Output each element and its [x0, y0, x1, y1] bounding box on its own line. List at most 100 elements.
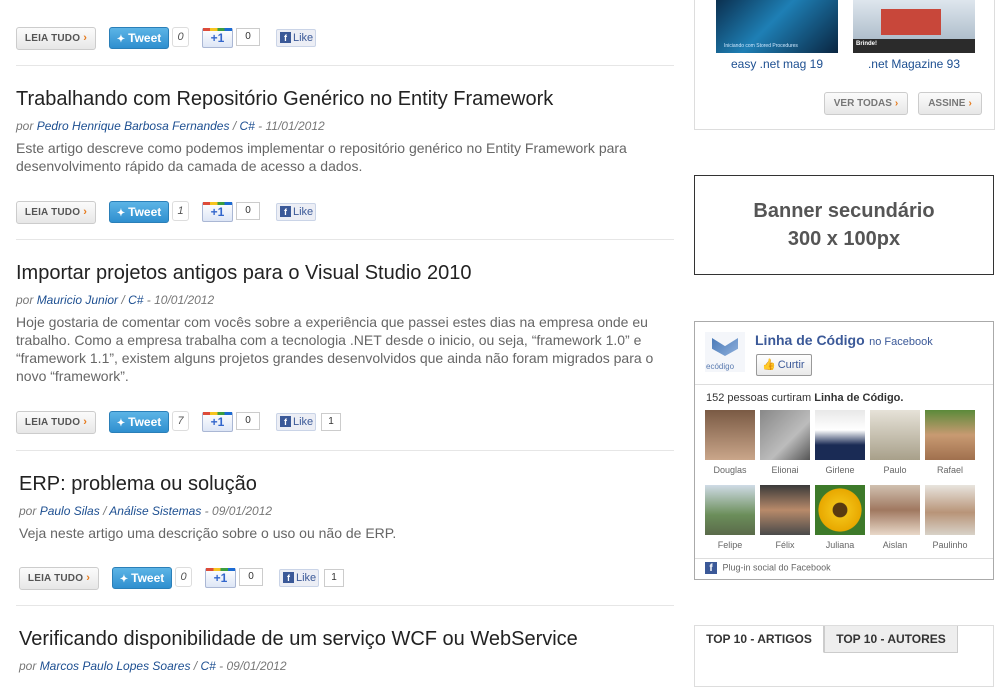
article-actions: LEIA TUDO › ✦ Tweet 7 +1 0 f Like 1 — [16, 411, 356, 435]
top10-panel: TOP 10 - ARTIGOS TOP 10 - AUTORES — [694, 625, 994, 687]
fan-avatar[interactable]: Paulinho — [925, 485, 975, 550]
plugin-label[interactable]: Plug-in social do Facebook — [723, 562, 831, 572]
read-more-button[interactable]: LEIA TUDO › — [16, 201, 96, 224]
article-date: 11/01/2012 — [265, 119, 325, 133]
plus-one-count: 0 — [236, 28, 260, 46]
fan-avatar[interactable]: Rafael — [925, 410, 975, 475]
article-separator — [16, 65, 674, 66]
chevron-right-icon: › — [83, 206, 88, 218]
article-item: Importar projetos antigos para o Visual … — [16, 262, 666, 385]
like-count: 1 — [324, 569, 344, 587]
article-category-link[interactable]: C# — [240, 119, 255, 133]
article-meta: por Pedro Henrique Barbosa Fernandes / C… — [16, 119, 325, 133]
fan-avatar[interactable]: Paulo — [870, 410, 920, 475]
article-separator — [16, 450, 674, 451]
page-logo-icon — [712, 338, 738, 356]
chevron-right-icon: › — [894, 98, 899, 109]
article-description: Veja neste artigo uma descrição sobre o … — [19, 525, 397, 541]
google-plus-one-button[interactable]: +1 — [205, 568, 236, 588]
article-date: 09/01/2012 — [226, 659, 287, 673]
page-name-link[interactable]: Linha de Código — [755, 332, 865, 348]
article-date: 10/01/2012 — [154, 293, 215, 307]
article-author-link[interactable]: Paulo Silas — [40, 504, 100, 518]
facebook-like-button[interactable]: f Like — [279, 569, 319, 587]
plus-one-count: 0 — [236, 412, 260, 430]
article-title[interactable]: ERP: problema ou solução — [19, 473, 257, 495]
article-actions: LEIA TUDO › ✦ Tweet 0 +1 0 f Like 1 — [19, 567, 359, 591]
fan-avatar[interactable]: Félix — [760, 485, 810, 550]
curtir-button[interactable]: 👍 Curtir — [756, 354, 812, 376]
facebook-like-button[interactable]: f Like — [276, 29, 316, 47]
article-separator — [16, 239, 674, 240]
facebook-icon: f — [283, 572, 294, 583]
tweet-button[interactable]: ✦ Tweet — [112, 567, 172, 589]
google-plus-one-button[interactable]: +1 — [202, 202, 233, 222]
article-author-link[interactable]: Marcos Paulo Lopes Soares — [40, 659, 191, 673]
twitter-bird-icon: ✦ — [116, 208, 126, 219]
thumbs-up-icon: 👍 — [762, 359, 776, 371]
article-title[interactable]: Trabalhando com Repositório Genérico no … — [16, 88, 553, 110]
article-description: Hoje gostaria de comentar com vocês sobr… — [16, 314, 654, 384]
fan-avatar[interactable]: Girlene — [815, 410, 865, 475]
fan-avatar[interactable]: Aislan — [870, 485, 920, 550]
article-actions: LEIA TUDO › ✦ Tweet 1 +1 0 f Like — [16, 201, 356, 225]
google-plus-one-button[interactable]: +1 — [202, 412, 233, 432]
article-item: ERP: problema ou solução por Paulo Silas… — [19, 473, 649, 542]
article-item: Verificando disponibilidade de um serviç… — [19, 628, 649, 673]
facebook-icon: f — [705, 562, 717, 574]
tweet-count: 1 — [172, 201, 189, 221]
twitter-bird-icon: ✦ — [116, 418, 126, 429]
secondary-banner[interactable]: Banner secundário 300 x 100px — [694, 175, 994, 275]
magazine-name: easy .net mag 19 — [730, 57, 824, 71]
article-date: 09/01/2012 — [212, 504, 273, 518]
article-actions: LEIA TUDO › ✦ Tweet 0 +1 0 f Like — [16, 27, 356, 51]
magazine-cover: Iniciando com Stored Procedures — [716, 0, 838, 53]
tweet-count: 0 — [172, 27, 189, 47]
chevron-right-icon: › — [86, 572, 91, 584]
article-category-link[interactable]: C# — [128, 293, 143, 307]
facebook-icon: f — [280, 32, 291, 43]
magazine-item[interactable]: Brinde! .net Magazine 93 — [853, 0, 975, 71]
subscribe-button[interactable]: ASSINE › — [918, 92, 982, 115]
facebook-like-button[interactable]: f Like — [276, 203, 316, 221]
article-meta: por Paulo Silas / Análise Sistemas - 09/… — [19, 504, 273, 518]
read-more-button[interactable]: LEIA TUDO › — [19, 567, 99, 590]
facebook-icon: f — [280, 206, 291, 217]
plus-one-count: 0 — [239, 568, 263, 586]
magazine-item[interactable]: Iniciando com Stored Procedures easy .ne… — [716, 0, 838, 71]
magazines-box: Iniciando com Stored Procedures easy .ne… — [694, 0, 995, 130]
tab-top10-artigos[interactable]: TOP 10 - ARTIGOS — [695, 626, 824, 653]
article-author-link[interactable]: Pedro Henrique Barbosa Fernandes — [37, 119, 230, 133]
article-category-link[interactable]: C# — [200, 659, 215, 673]
twitter-bird-icon: ✦ — [116, 34, 126, 45]
magazine-name: .net Magazine 93 — [867, 57, 961, 71]
facebook-like-box: ecódigo Linha de Código no Facebook 👍 Cur… — [694, 321, 994, 580]
twitter-bird-icon: ✦ — [119, 574, 129, 585]
article-separator — [16, 605, 674, 606]
article-author-link[interactable]: Mauricio Junior — [37, 293, 118, 307]
fan-avatar[interactable]: Elionai — [760, 410, 810, 475]
read-more-button[interactable]: LEIA TUDO › — [16, 27, 96, 50]
article-description-cutoff — [16, 0, 616, 4]
article-title[interactable]: Verificando disponibilidade de um serviç… — [19, 628, 578, 650]
facebook-icon: f — [280, 416, 291, 427]
chevron-right-icon: › — [83, 416, 88, 428]
article-category-link[interactable]: Análise Sistemas — [109, 504, 201, 518]
tweet-button[interactable]: ✦ Tweet — [109, 411, 169, 433]
chevron-right-icon: › — [968, 98, 972, 109]
read-more-button[interactable]: LEIA TUDO › — [16, 411, 96, 434]
page-logo[interactable]: ecódigo — [705, 332, 745, 372]
google-plus-one-button[interactable]: +1 — [202, 28, 233, 48]
plus-one-count: 0 — [236, 202, 260, 220]
fan-avatar[interactable]: Juliana — [815, 485, 865, 550]
facebook-like-button[interactable]: f Like — [276, 413, 316, 431]
article-meta: por Marcos Paulo Lopes Soares / C# - 09/… — [19, 659, 287, 673]
view-all-button[interactable]: VER TODAS › — [824, 92, 908, 115]
chevron-right-icon: › — [83, 32, 88, 44]
fan-avatar[interactable]: Douglas — [705, 410, 755, 475]
tweet-button[interactable]: ✦ Tweet — [109, 27, 169, 49]
article-title[interactable]: Importar projetos antigos para o Visual … — [16, 262, 471, 284]
tab-top10-autores[interactable]: TOP 10 - AUTORES — [824, 626, 958, 653]
tweet-button[interactable]: ✦ Tweet — [109, 201, 169, 223]
fan-avatar[interactable]: Felipe — [705, 485, 755, 550]
